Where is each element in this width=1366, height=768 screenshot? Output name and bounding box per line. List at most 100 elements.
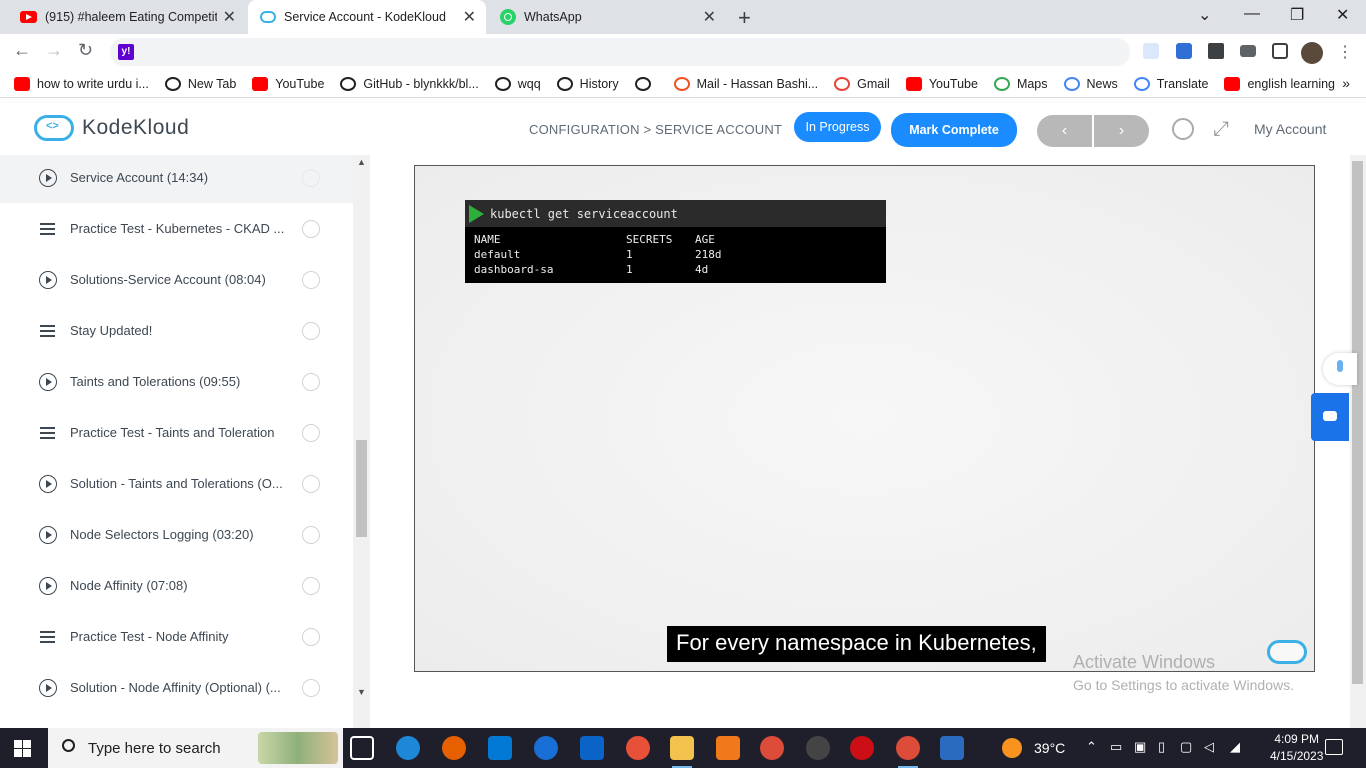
voice-input-icon[interactable] xyxy=(1323,353,1357,385)
completion-circle-icon[interactable] xyxy=(302,576,320,595)
lesson-item[interactable]: Solution - Node Affinity (Optional) (... xyxy=(0,662,353,713)
edge-icon[interactable] xyxy=(396,736,420,760)
device-icon[interactable]: ▯ xyxy=(1158,739,1165,755)
forward-icon[interactable]: → xyxy=(45,40,63,61)
lesson-item[interactable]: Practice Test - Node Affinity xyxy=(0,611,353,662)
close-tab-icon[interactable]: ✕ xyxy=(223,7,236,27)
lesson-item[interactable]: Practice Test - Kubernetes - CKAD ... xyxy=(0,203,353,254)
lesson-item[interactable]: Solutions-Service Account (08:04) xyxy=(0,254,353,305)
volume-icon[interactable]: ◁ xyxy=(1204,739,1214,755)
lesson-item[interactable]: Node Affinity (07:08) xyxy=(0,560,353,611)
page-scroll-thumb[interactable] xyxy=(1352,161,1363,684)
bookmark-item[interactable]: Translate xyxy=(1133,76,1208,91)
scroll-down-icon[interactable]: ▼ xyxy=(357,687,366,697)
close-tab-icon[interactable]: ✕ xyxy=(463,7,476,27)
extensions-icon[interactable] xyxy=(1208,43,1224,59)
status-badge[interactable]: In Progress xyxy=(794,112,881,142)
taskbar-search[interactable]: Type here to search xyxy=(48,728,343,768)
bookmark-item[interactable] xyxy=(634,76,658,91)
battery-icon[interactable]: ▭ xyxy=(1110,739,1122,755)
bookmark-item[interactable]: Maps xyxy=(993,76,1048,91)
network-icon[interactable]: ▣ xyxy=(1134,739,1146,755)
completion-circle-icon[interactable] xyxy=(302,627,320,646)
sidebar-scrollbar[interactable]: ▲ ▼ xyxy=(353,155,370,728)
mail-icon[interactable] xyxy=(580,736,604,760)
bookmark-item[interactable]: News xyxy=(1063,76,1118,91)
lesson-item[interactable]: Solution - Taints and Tolerations (O... xyxy=(0,458,353,509)
mic-extension-icon[interactable] xyxy=(1143,43,1159,59)
bookmark-item[interactable]: YouTube xyxy=(252,76,324,91)
bookmark-item[interactable]: Gmail xyxy=(834,76,890,91)
previous-lesson-button[interactable]: ‹ xyxy=(1037,115,1092,147)
kodekloud-logo[interactable]: KodeKloud xyxy=(34,115,189,141)
bookmark-item[interactable]: New Tab xyxy=(164,76,236,91)
bookmark-item[interactable]: how to write urdu i... xyxy=(14,76,149,91)
chrome-icon[interactable] xyxy=(760,736,784,760)
dark-mode-icon[interactable] xyxy=(1172,118,1194,140)
screen-icon[interactable]: ▢ xyxy=(1180,739,1192,755)
firefox-icon[interactable] xyxy=(442,736,466,760)
restore-icon[interactable]: ❐ xyxy=(1290,5,1304,25)
settings-app-icon[interactable] xyxy=(716,736,740,760)
browser-tab-whatsapp[interactable]: WhatsApp ✕ xyxy=(488,0,726,34)
media-icon[interactable] xyxy=(1240,45,1256,57)
menu-icon[interactable]: ⋮ xyxy=(1337,42,1353,62)
completion-circle-icon[interactable] xyxy=(302,168,320,187)
lesson-item[interactable]: Service Account (14:34) xyxy=(0,155,353,203)
bookmark-item[interactable]: wqq xyxy=(494,76,541,91)
download-extension-icon[interactable] xyxy=(1176,43,1192,59)
new-tab-icon[interactable]: + xyxy=(738,5,751,31)
my-account-link[interactable]: My Account xyxy=(1254,121,1326,137)
camera-app-icon[interactable] xyxy=(806,736,830,760)
completion-circle-icon[interactable] xyxy=(302,525,320,544)
task-view-icon[interactable] xyxy=(350,736,374,760)
bookmark-item[interactable]: GitHub - blynkkk/bl... xyxy=(340,76,479,91)
profile-avatar[interactable] xyxy=(1301,42,1323,64)
completion-circle-icon[interactable] xyxy=(302,219,320,238)
chat-icon[interactable] xyxy=(1311,393,1349,441)
weather-widget[interactable]: 39°C xyxy=(1002,738,1065,758)
file-explorer-icon[interactable] xyxy=(670,736,694,768)
system-clock[interactable]: 4:09 PM 4/15/2023 xyxy=(1270,731,1323,765)
close-tab-icon[interactable]: ✕ xyxy=(703,7,716,27)
completion-circle-icon[interactable] xyxy=(302,372,320,391)
scroll-up-icon[interactable]: ▲ xyxy=(357,157,366,167)
app-icon[interactable] xyxy=(534,736,558,760)
lesson-item[interactable]: Practice Test - Taints and Toleration xyxy=(0,407,353,458)
windows-start-icon[interactable] xyxy=(14,740,31,757)
sidebar-scroll-thumb[interactable] xyxy=(356,440,367,537)
fullscreen-icon[interactable]: ⤢ xyxy=(1213,118,1229,141)
completion-circle-icon[interactable] xyxy=(302,270,320,289)
chrome-running-icon[interactable] xyxy=(896,736,920,768)
completion-circle-icon[interactable] xyxy=(302,423,320,442)
page-scrollbar[interactable] xyxy=(1350,155,1366,728)
completion-circle-icon[interactable] xyxy=(302,474,320,493)
bookmark-item[interactable]: Mail - Hassan Bashi... xyxy=(673,76,818,91)
photos-icon[interactable] xyxy=(940,736,964,760)
more-bookmarks-icon[interactable]: » xyxy=(1342,75,1350,91)
side-panel-icon[interactable] xyxy=(1272,43,1288,59)
browser-tab-kodekloud[interactable]: Service Account - KodeKloud ✕ xyxy=(248,0,486,34)
wifi-icon[interactable]: ◢ xyxy=(1230,739,1240,755)
lesson-item[interactable]: Taints and Tolerations (09:55) xyxy=(0,356,353,407)
browser-tab-youtube[interactable]: (915) #haleem Eating Competitio ✕ xyxy=(8,0,246,34)
bookmark-item[interactable]: History xyxy=(556,76,619,91)
next-lesson-button[interactable]: › xyxy=(1094,115,1149,147)
address-bar[interactable]: y! xyxy=(110,38,1130,66)
store-icon[interactable] xyxy=(488,736,512,760)
tab-search-icon[interactable]: ⌄ xyxy=(1198,5,1211,25)
snail-app-icon[interactable] xyxy=(626,736,650,760)
minimize-icon[interactable]: — xyxy=(1244,5,1260,23)
lesson-item[interactable]: Node Selectors Logging (03:20) xyxy=(0,509,353,560)
reload-icon[interactable]: ↻ xyxy=(78,40,93,61)
mark-complete-button[interactable]: Mark Complete xyxy=(891,113,1017,147)
bookmark-item[interactable]: YouTube xyxy=(905,76,978,91)
completion-circle-icon[interactable] xyxy=(302,321,320,340)
opera-icon[interactable] xyxy=(850,736,874,760)
bookmark-item[interactable]: english learning xyxy=(1224,76,1335,91)
back-icon[interactable]: ← xyxy=(13,40,31,61)
lesson-item[interactable]: Stay Updated! xyxy=(0,305,353,356)
chevron-up-icon[interactable]: ⌃ xyxy=(1086,739,1097,755)
close-window-icon[interactable]: ✕ xyxy=(1336,5,1349,25)
notifications-icon[interactable] xyxy=(1325,739,1343,755)
